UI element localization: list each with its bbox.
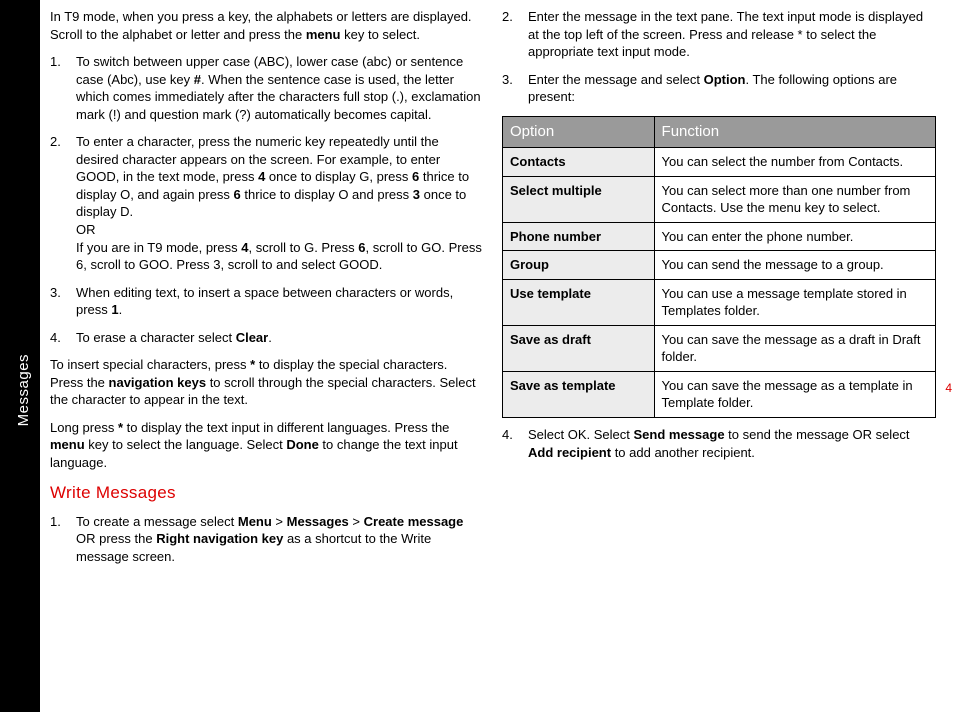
step-number: 3. (50, 284, 76, 319)
option-function-cell: You can select more than one number from… (654, 176, 935, 222)
list-item: 4.Select OK. Select Send message to send… (502, 426, 936, 461)
special-chars-paragraph: To insert special characters, press * to… (50, 356, 484, 409)
section-name: Messages (14, 354, 34, 426)
step-number: 1. (50, 513, 76, 566)
right-column: 2.Enter the message in the text pane. Th… (502, 8, 936, 704)
th-function: Function (654, 116, 935, 147)
step-number: 3. (502, 71, 528, 106)
write-messages-steps-right-cont: 4.Select OK. Select Send message to send… (502, 426, 936, 461)
table-row: Phone numberYou can enter the phone numb… (503, 222, 936, 251)
step-number: 4. (502, 426, 528, 461)
option-function-cell: You can save the message as a draft in D… (654, 325, 935, 371)
list-item: 3.Enter the message and select Option. T… (502, 71, 936, 106)
option-function-cell: You can select the number from Contacts. (654, 147, 935, 176)
intro-paragraph: In T9 mode, when you press a key, the al… (50, 8, 484, 43)
option-name-cell: Save as template (503, 371, 655, 417)
language-paragraph: Long press * to display the text input i… (50, 419, 484, 472)
sidebar: Messages (0, 0, 40, 712)
step-number: 4. (50, 329, 76, 347)
table-row: Select multipleYou can select more than … (503, 176, 936, 222)
table-row: Save as templateYou can save the message… (503, 371, 936, 417)
th-option: Option (503, 116, 655, 147)
table-row: Save as draftYou can save the message as… (503, 325, 936, 371)
write-messages-steps-left: 1.To create a message select Menu > Mess… (50, 513, 484, 566)
list-item: 4.To erase a character select Clear. (50, 329, 484, 347)
list-item: 2.Enter the message in the text pane. Th… (502, 8, 936, 61)
table-header-row: Option Function (503, 116, 936, 147)
text-input-steps: 1.To switch between upper case (ABC), lo… (50, 53, 484, 346)
option-name-cell: Group (503, 251, 655, 280)
option-name-cell: Phone number (503, 222, 655, 251)
table-row: Use templateYou can use a message templa… (503, 279, 936, 325)
table-row: GroupYou can send the message to a group… (503, 251, 936, 280)
option-function-cell: You can enter the phone number. (654, 222, 935, 251)
step-number: 1. (50, 53, 76, 123)
step-number: 2. (502, 8, 528, 61)
content-area: In T9 mode, when you press a key, the al… (40, 0, 954, 712)
list-item: 1.To switch between upper case (ABC), lo… (50, 53, 484, 123)
step-number: 2. (50, 133, 76, 273)
table-row: ContactsYou can select the number from C… (503, 147, 936, 176)
option-name-cell: Save as draft (503, 325, 655, 371)
option-name-cell: Use template (503, 279, 655, 325)
options-table: Option Function ContactsYou can select t… (502, 116, 936, 418)
list-item: 3.When editing text, to insert a space b… (50, 284, 484, 319)
option-name-cell: Select multiple (503, 176, 655, 222)
write-messages-steps-right: 2.Enter the message in the text pane. Th… (502, 8, 936, 106)
list-item: 2.To enter a character, press the numeri… (50, 133, 484, 273)
option-function-cell: You can send the message to a group. (654, 251, 935, 280)
left-column: In T9 mode, when you press a key, the al… (50, 8, 484, 704)
list-item: 1.To create a message select Menu > Mess… (50, 513, 484, 566)
option-function-cell: You can save the message as a template i… (654, 371, 935, 417)
option-function-cell: You can use a message template stored in… (654, 279, 935, 325)
section-heading-write-messages: Write Messages (50, 482, 484, 505)
page-number: 4 (945, 380, 952, 396)
option-name-cell: Contacts (503, 147, 655, 176)
manual-page: Messages In T9 mode, when you press a ke… (0, 0, 954, 712)
